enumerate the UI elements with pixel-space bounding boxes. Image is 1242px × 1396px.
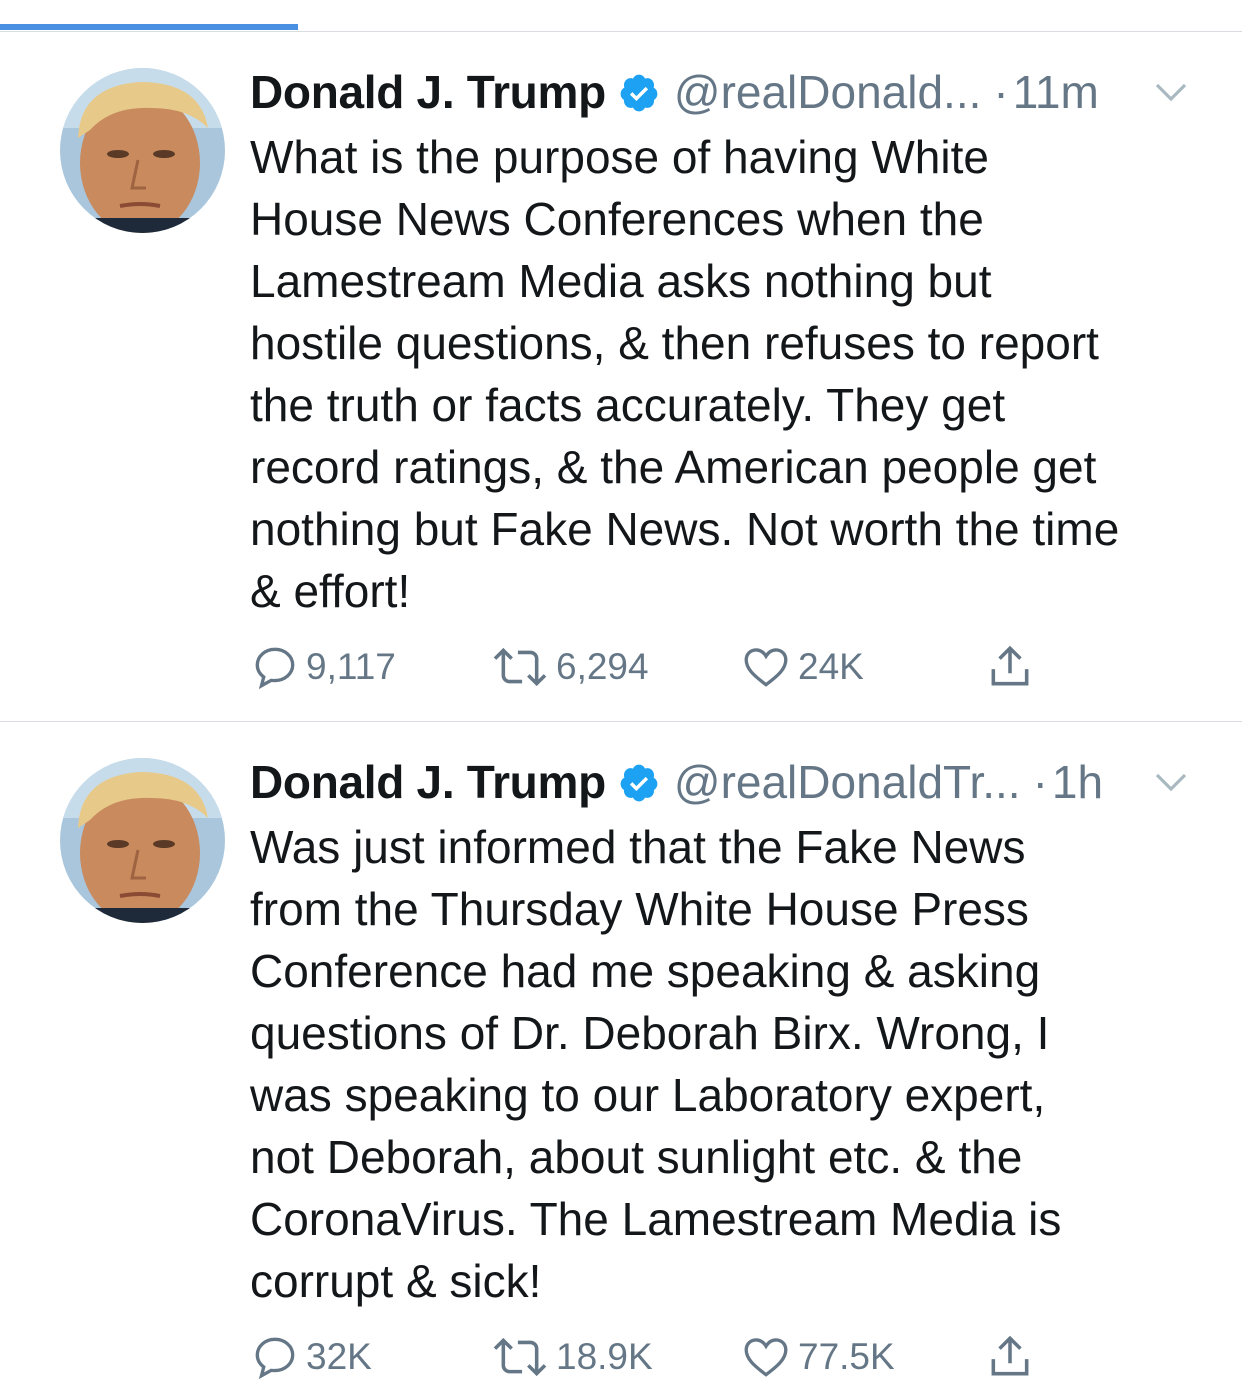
tweet-header: Donald J. Trump @realDonald... · 11m bbox=[250, 62, 1192, 122]
chevron-down-icon[interactable] bbox=[1150, 70, 1192, 112]
reply-icon bbox=[255, 1337, 295, 1380]
reply-button[interactable]: 32K bbox=[250, 1327, 372, 1387]
author-name[interactable]: Donald J. Trump bbox=[250, 65, 606, 119]
tweet[interactable]: Donald J. Trump @realDonald... · 11m Wha… bbox=[0, 32, 1242, 722]
like-icon bbox=[744, 1338, 788, 1377]
share-button[interactable] bbox=[985, 637, 1041, 697]
author-handle[interactable]: @realDonaldTr... bbox=[674, 755, 1021, 809]
tweet-timestamp[interactable]: 11m bbox=[1013, 65, 1099, 119]
retweet-button[interactable]: 6,294 bbox=[490, 637, 649, 697]
share-button[interactable] bbox=[985, 1327, 1041, 1387]
reply-icon bbox=[255, 647, 295, 690]
tweet-header: Donald J. Trump @realDonaldTr... · 1h bbox=[250, 752, 1192, 812]
verified-badge-icon bbox=[618, 71, 660, 113]
retweet-count: 18.9K bbox=[556, 1336, 653, 1377]
like-button[interactable]: 24K bbox=[740, 637, 864, 697]
author-handle[interactable]: @realDonald... bbox=[674, 65, 982, 119]
reply-count: 9,117 bbox=[306, 646, 396, 687]
tweet-actions: 9,117 6,294 24K bbox=[250, 637, 1050, 697]
reply-button[interactable]: 9,117 bbox=[250, 637, 396, 697]
tweet-actions: 32K 18.9K 77.5K bbox=[250, 1327, 1050, 1387]
tweet-timestamp[interactable]: 1h bbox=[1052, 755, 1103, 809]
share-icon bbox=[991, 1335, 1029, 1376]
retweet-button[interactable]: 18.9K bbox=[490, 1327, 653, 1387]
avatar[interactable] bbox=[60, 68, 225, 233]
tweet-text: Was just informed that the Fake News fro… bbox=[250, 821, 1062, 1307]
chevron-down-icon[interactable] bbox=[1150, 760, 1192, 802]
separator-dot: · bbox=[993, 66, 1009, 118]
avatar[interactable] bbox=[60, 758, 225, 923]
active-tab-indicator bbox=[0, 24, 298, 30]
tab-bar bbox=[0, 0, 1242, 32]
reply-count: 32K bbox=[306, 1336, 372, 1377]
retweet-icon bbox=[493, 1337, 547, 1377]
verified-badge-icon bbox=[618, 761, 660, 803]
retweet-icon bbox=[493, 647, 547, 687]
tweet-text: What is the purpose of having White Hous… bbox=[250, 131, 1120, 617]
retweet-count: 6,294 bbox=[556, 646, 649, 687]
separator-dot: · bbox=[1032, 756, 1048, 808]
like-icon bbox=[744, 648, 788, 687]
author-name[interactable]: Donald J. Trump bbox=[250, 755, 606, 809]
like-count: 24K bbox=[798, 646, 864, 687]
tweet[interactable]: Donald J. Trump @realDonaldTr... · 1h Wa… bbox=[0, 722, 1242, 1396]
like-count: 77.5K bbox=[798, 1336, 895, 1377]
like-button[interactable]: 77.5K bbox=[740, 1327, 895, 1387]
share-icon bbox=[991, 645, 1029, 686]
